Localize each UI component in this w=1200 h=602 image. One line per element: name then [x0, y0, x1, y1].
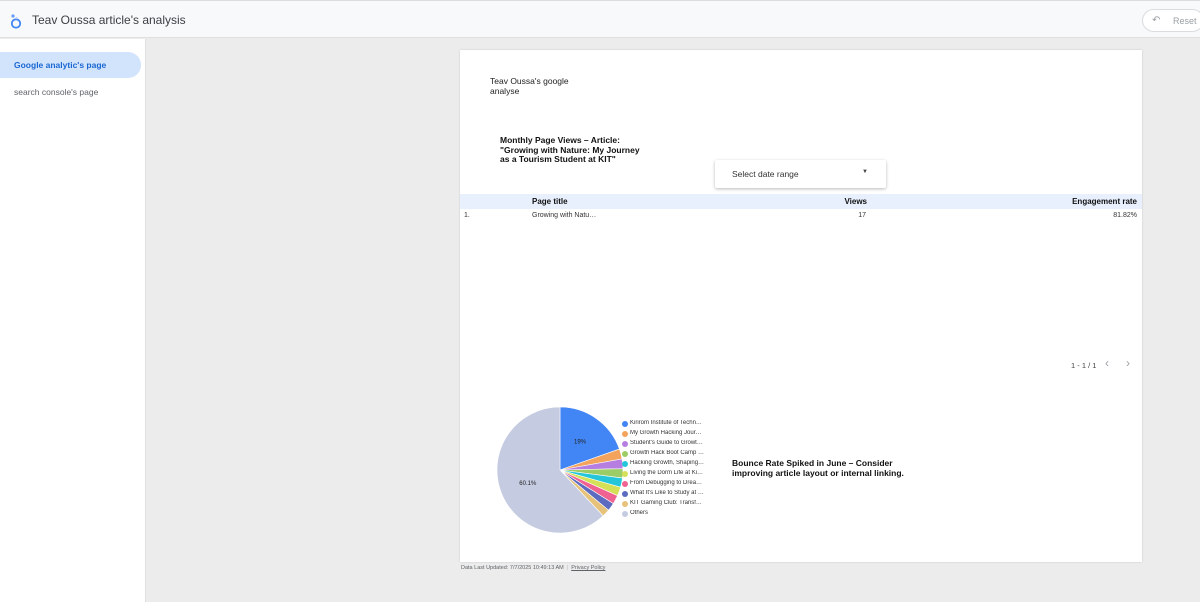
report-canvas: Teav Oussa's google analyse Monthly Page… [460, 50, 1142, 562]
chevron-right-icon[interactable]: › [1126, 356, 1130, 370]
section-title: Monthly Page Views – Article: "Growing w… [500, 135, 640, 164]
report-title: Teav Oussa's google analyse [490, 76, 569, 96]
legend-label: Kirirom Institute of Techn… [630, 420, 702, 426]
privacy-policy-link[interactable]: Privacy Policy [571, 565, 605, 571]
legend-item[interactable]: Kirirom Institute of Techn… [622, 420, 717, 430]
legend-label: Others [630, 510, 649, 516]
legend-swatch [622, 491, 628, 497]
date-range-picker[interactable]: Select date range ▼ [715, 160, 886, 188]
legend-swatch [622, 451, 628, 457]
legend-swatch [622, 471, 628, 477]
cell-views: 17 [858, 212, 866, 219]
legend-swatch [622, 501, 628, 507]
undo-icon: ↶ [1152, 15, 1161, 26]
pie-slice-label: 19% [574, 440, 587, 446]
row-index: 1. [464, 212, 470, 219]
legend-item[interactable]: KIT Gaming Club: Transf… [622, 500, 717, 510]
report-footer: Data Last Updated: 7/7/2025 10:49:13 AM |… [461, 565, 606, 571]
legend-swatch [622, 431, 628, 437]
insight-note: Bounce Rate Spiked in June – Consider im… [732, 458, 904, 478]
legend-item[interactable]: Hacking Growth, Shaping… [622, 460, 717, 470]
legend-item[interactable]: Student's Guide to Growt… [622, 440, 717, 450]
cell-engagement-rate: 81.82% [1113, 212, 1137, 219]
legend-item[interactable]: Living the Dorm Life at Ki… [622, 470, 717, 480]
column-header-page-title[interactable]: Page title [532, 197, 568, 206]
last-updated: Data Last Updated: 7/7/2025 10:49:13 AM [461, 565, 564, 571]
pie-chart: 19% 60.1% [496, 406, 624, 534]
reset-label: Reset [1173, 16, 1197, 26]
legend-swatch [622, 421, 628, 427]
legend-swatch [622, 461, 628, 467]
column-header-engagement-rate[interactable]: Engagement rate [1072, 197, 1137, 206]
legend-label: My Growth Hacking Jour… [630, 430, 702, 436]
legend-label: Student's Guide to Growt… [630, 440, 703, 446]
legend-swatch [622, 511, 628, 517]
table-row[interactable]: 1. Growing with Natu… 17 81.82% [460, 209, 1142, 224]
pie-slice-label: 60.1% [519, 481, 537, 487]
legend-swatch [622, 481, 628, 487]
column-header-views[interactable]: Views [844, 197, 867, 206]
legend-item[interactable]: Others [622, 510, 717, 520]
table-header: Page title Views Engagement rate [460, 194, 1142, 209]
dropdown-caret-icon: ▼ [862, 169, 868, 175]
page-navigation: Google analytic's page search console's … [0, 39, 146, 602]
chevron-left-icon[interactable]: ‹ [1105, 356, 1109, 370]
nav-item-search-console[interactable]: search console's page [0, 79, 141, 105]
legend-label: Living the Dorm Life at Ki… [630, 470, 704, 476]
top-bar: Teav Oussa article's analysis ↶ Reset [0, 0, 1200, 38]
legend-label: What It's Like to Study at … [630, 490, 704, 496]
cell-page-title: Growing with Natu… [532, 212, 597, 219]
legend-item[interactable]: Growth Hack Boot Camp … [622, 450, 717, 460]
reset-button[interactable]: ↶ Reset [1142, 9, 1200, 32]
legend-label: From Debugging to Drea… [630, 480, 703, 486]
legend-label: Growth Hack Boot Camp … [630, 450, 705, 456]
legend-item[interactable]: My Growth Hacking Jour… [622, 430, 717, 440]
legend-item[interactable]: What It's Like to Study at … [622, 490, 717, 500]
report-name[interactable]: Teav Oussa article's analysis [32, 13, 186, 27]
legend-label: KIT Gaming Club: Transf… [630, 500, 702, 506]
legend-label: Hacking Growth, Shaping… [630, 460, 705, 466]
legend-item[interactable]: From Debugging to Drea… [622, 480, 717, 490]
table-pager-label: 1 - 1 / 1 [1071, 361, 1097, 370]
nav-item-google-analytics[interactable]: Google analytic's page [0, 52, 141, 78]
date-range-label: Select date range [732, 169, 799, 179]
looker-studio-logo-icon[interactable] [9, 13, 23, 29]
legend-swatch [622, 441, 628, 447]
